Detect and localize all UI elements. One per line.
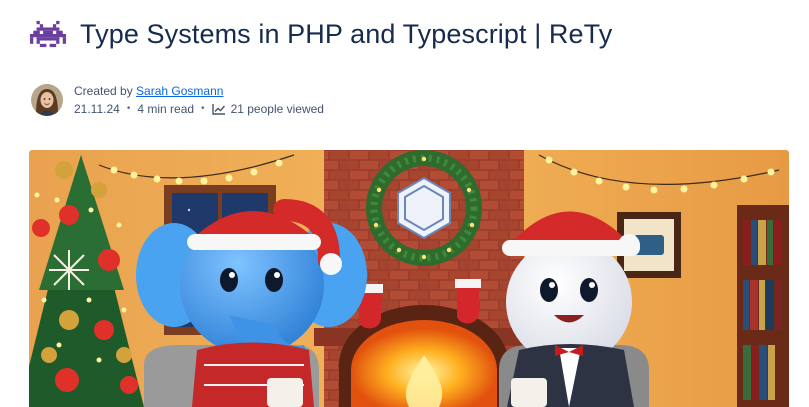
- created-by-line: Created by Sarah Gosmann: [74, 82, 324, 100]
- separator-dot: •: [201, 103, 205, 114]
- byline: Created by Sarah Gosmann 21.11.24 • 4 mi…: [31, 82, 324, 118]
- views-button[interactable]: 21 people viewed: [211, 100, 324, 118]
- christmas-banner-illustration: [29, 150, 789, 407]
- avatar[interactable]: [31, 84, 63, 116]
- read-time: 4 min read: [137, 102, 195, 116]
- trend-chart-icon: [211, 104, 225, 115]
- hero-image: [29, 150, 789, 407]
- avatar-image: [31, 84, 63, 116]
- title-row: Type Systems in PHP and Typescript | ReT…: [30, 16, 612, 52]
- space-invader-icon[interactable]: [30, 16, 66, 52]
- meta-line: 21.11.24 • 4 min read • 21 people viewed: [74, 100, 324, 118]
- separator-dot: •: [126, 103, 131, 114]
- views-count: 21 people viewed: [230, 102, 324, 116]
- created-by-label: Created by: [74, 84, 133, 98]
- publish-date: 21.11.24: [74, 102, 120, 116]
- page-title: Type Systems in PHP and Typescript | ReT…: [80, 18, 613, 49]
- byline-meta: Created by Sarah Gosmann 21.11.24 • 4 mi…: [74, 82, 324, 118]
- author-link[interactable]: Sarah Gosmann: [136, 84, 223, 98]
